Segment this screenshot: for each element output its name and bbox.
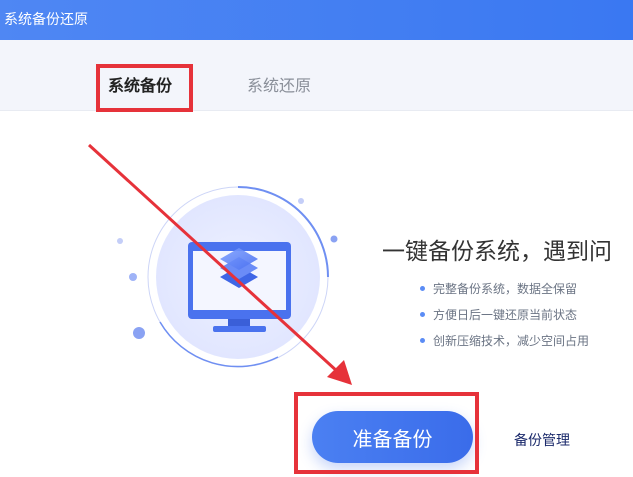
tab-system-restore[interactable]: 系统还原 [247,72,311,96]
bullet-icon [420,338,425,343]
title-bar: 系统备份还原 [0,0,633,40]
decor-dot [129,273,137,281]
feature-text: 完整备份系统，数据全保留 [433,282,578,296]
decor-dot [117,238,123,244]
feature-item: 完整备份系统，数据全保留 [420,280,589,306]
feature-item: 方便日后一键还原当前状态 [420,306,589,332]
tab-bar: 系统备份 系统还原 [0,40,633,111]
bullet-icon [420,286,425,291]
button-highlight-box [294,392,479,474]
feature-item: 创新压缩技术，减少空间占用 [420,332,589,358]
backup-management-link[interactable]: 备份管理 [514,430,570,450]
bullet-icon [420,312,425,317]
decor-dot [298,198,304,204]
main-headline: 一键备份系统，遇到问 [382,239,612,265]
backup-illustration [117,186,338,368]
window-title: 系统备份还原 [4,12,88,28]
decor-dot [133,327,145,339]
feature-list: 完整备份系统，数据全保留 方便日后一键还原当前状态 创新压缩技术，减少空间占用 [420,280,589,358]
feature-text: 方便日后一键还原当前状态 [433,308,578,322]
tab-highlight-box [96,64,193,112]
feature-text: 创新压缩技术，减少空间占用 [433,334,590,348]
decor-dot [330,235,338,243]
